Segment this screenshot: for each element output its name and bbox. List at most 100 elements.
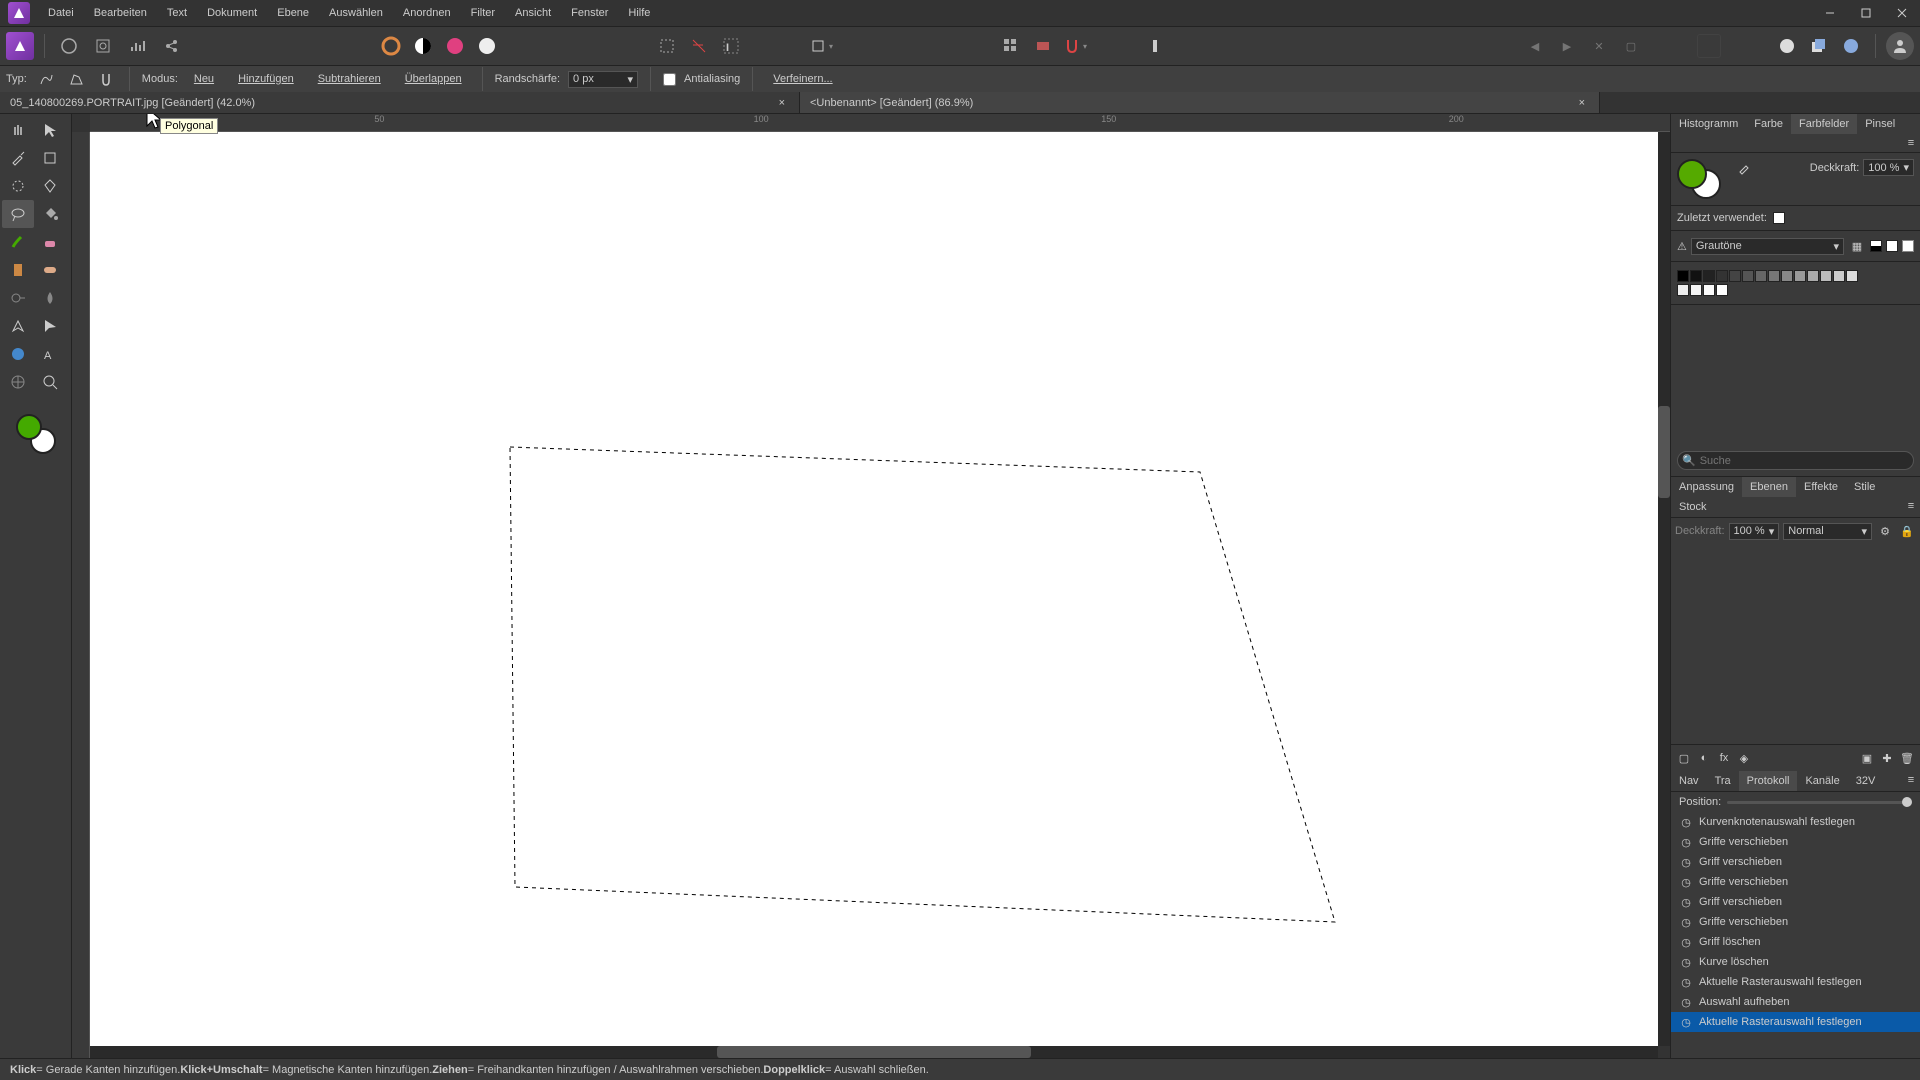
menu-filter[interactable]: Filter	[461, 3, 505, 23]
account-icon[interactable]	[1886, 32, 1914, 60]
protocol-item[interactable]: ◷Kurvenknotenauswahl festlegen	[1671, 812, 1920, 832]
cloud-icon[interactable]	[1773, 32, 1801, 60]
fill-tool[interactable]	[34, 200, 66, 228]
position-slider[interactable]: Position:	[1671, 792, 1920, 812]
tab-histogramm[interactable]: Histogramm	[1671, 114, 1746, 134]
layer-opacity[interactable]: 100 %▾	[1729, 523, 1780, 540]
text-tool[interactable]: A	[34, 340, 66, 368]
persona-export-icon[interactable]	[157, 32, 185, 60]
hue-icon[interactable]	[441, 32, 469, 60]
refine-button[interactable]: Verfeinern...	[765, 70, 840, 88]
info-icon[interactable]	[1141, 32, 1169, 60]
deckkraft-value[interactable]: 100 %▾	[1863, 159, 1914, 176]
layers-list[interactable]	[1671, 544, 1920, 744]
protocol-item[interactable]: ◷Aktuelle Rasterauswahl festlegen	[1671, 972, 1920, 992]
tab-2[interactable]: <Unbenannt> [Geändert] (86.9%) ×	[800, 92, 1600, 113]
menu-anordnen[interactable]: Anordnen	[393, 3, 461, 23]
move-tool[interactable]	[34, 116, 66, 144]
layer-lock-icon[interactable]: 🔒	[1898, 522, 1916, 540]
recent-swatch[interactable]	[1773, 212, 1785, 224]
tab-32v[interactable]: 32V	[1848, 771, 1884, 791]
hand-tool[interactable]	[2, 116, 34, 144]
color-swatch[interactable]	[16, 414, 56, 454]
crop-tool-icon[interactable]	[807, 32, 835, 60]
protocol-item-selected[interactable]: ◷Aktuelle Rasterauswahl festlegen	[1671, 1012, 1920, 1032]
protocol-item[interactable]: ◷Griffe verschieben	[1671, 872, 1920, 892]
color-wheel-icon[interactable]	[377, 32, 405, 60]
palette-grid-icon[interactable]: ▦	[1848, 237, 1866, 255]
tab-pinsel[interactable]: Pinsel	[1857, 114, 1903, 134]
tab-stock[interactable]: Stock	[1671, 497, 1715, 517]
layer-fx-icon[interactable]: fx	[1715, 749, 1733, 767]
layer-delete-icon[interactable]: 🗑	[1898, 749, 1916, 767]
shape-tool[interactable]	[2, 340, 34, 368]
search-input[interactable]	[1700, 455, 1909, 467]
heal-tool[interactable]	[34, 256, 66, 284]
menu-datei[interactable]: Datei	[38, 3, 84, 23]
panel-menu-icon[interactable]: ≡	[1902, 134, 1920, 152]
menu-text[interactable]: Text	[157, 3, 197, 23]
persona-develop-icon[interactable]	[89, 32, 117, 60]
cloud-stack-icon[interactable]	[1805, 32, 1833, 60]
dodge-tool[interactable]	[2, 284, 34, 312]
blur-tool[interactable]	[34, 284, 66, 312]
crop-tool[interactable]	[34, 144, 66, 172]
erase-tool[interactable]	[34, 228, 66, 256]
type-freehand-icon[interactable]	[35, 68, 57, 90]
clone-tool[interactable]	[2, 256, 34, 284]
menu-hilfe[interactable]: Hilfe	[618, 3, 660, 23]
layer-gear-icon[interactable]: ⚙	[1876, 522, 1894, 540]
color-picker-tool[interactable]	[2, 144, 34, 172]
tab-ebenen[interactable]: Ebenen	[1742, 477, 1796, 497]
type-polygonal-icon[interactable]	[65, 68, 87, 90]
mesh-tool[interactable]	[2, 368, 34, 396]
maximize-button[interactable]	[1848, 0, 1884, 26]
menu-ebene[interactable]: Ebene	[267, 3, 319, 23]
layers-menu-icon[interactable]: ≡	[1902, 497, 1920, 515]
protocol-item[interactable]: ◷Griff verschieben	[1671, 892, 1920, 912]
panel-color-swatch[interactable]	[1677, 159, 1727, 199]
tab-kanaele[interactable]: Kanäle	[1797, 771, 1847, 791]
layer-mask-icon[interactable]: ▢	[1675, 749, 1693, 767]
palette-bw-icon[interactable]	[1870, 240, 1882, 252]
persona-tone-icon[interactable]	[123, 32, 151, 60]
lasso-tool[interactable]	[2, 200, 34, 228]
grid-icon[interactable]	[997, 32, 1025, 60]
protocol-item[interactable]: ◷Griff verschieben	[1671, 852, 1920, 872]
protocol-item[interactable]: ◷Kurve löschen	[1671, 952, 1920, 972]
tab-1-close-icon[interactable]: ×	[775, 97, 789, 109]
persona-liquify-icon[interactable]	[55, 32, 83, 60]
tab-protokoll[interactable]: Protokoll	[1739, 771, 1798, 791]
tab-anpassung[interactable]: Anpassung	[1671, 477, 1742, 497]
protocol-item[interactable]: ◷Auswahl aufheben	[1671, 992, 1920, 1012]
menu-bearbeiten[interactable]: Bearbeiten	[84, 3, 157, 23]
eyedropper-icon[interactable]	[1735, 159, 1753, 177]
white-balance-icon[interactable]	[473, 32, 501, 60]
foreground-color[interactable]	[16, 414, 42, 440]
grid-toggle-icon[interactable]	[1029, 32, 1057, 60]
protocol-menu-icon[interactable]: ≡	[1902, 771, 1920, 789]
tab-1[interactable]: 05_140800269.PORTRAIT.jpg [Geändert] (42…	[0, 92, 800, 113]
protocol-item[interactable]: ◷Griff löschen	[1671, 932, 1920, 952]
close-button[interactable]	[1884, 0, 1920, 26]
scrollbar-horizontal[interactable]	[90, 1046, 1658, 1058]
blend-mode[interactable]: Normal▾	[1783, 523, 1872, 540]
menu-fenster[interactable]: Fenster	[561, 3, 618, 23]
menu-dokument[interactable]: Dokument	[197, 3, 267, 23]
palette-none-icon[interactable]	[1902, 240, 1914, 252]
node-tool[interactable]	[34, 312, 66, 340]
menu-auswaehlen[interactable]: Auswählen	[319, 3, 393, 23]
polygonal-selection[interactable]	[90, 132, 1658, 1046]
protocol-item[interactable]: ◷Griffe verschieben	[1671, 832, 1920, 852]
cloud-globe-icon[interactable]	[1837, 32, 1865, 60]
rand-input[interactable]: 0 px▾	[568, 71, 638, 88]
menu-ansicht[interactable]: Ansicht	[505, 3, 561, 23]
marquee-icon[interactable]	[653, 32, 681, 60]
text-select-icon[interactable]: I	[717, 32, 745, 60]
contrast-icon[interactable]	[409, 32, 437, 60]
zoom-tool[interactable]	[34, 368, 66, 396]
layer-adjust-icon[interactable]: ◐	[1695, 749, 1713, 767]
selection-brush-tool[interactable]	[2, 172, 34, 200]
flood-select-tool[interactable]	[34, 172, 66, 200]
tab-farbe[interactable]: Farbe	[1746, 114, 1791, 134]
